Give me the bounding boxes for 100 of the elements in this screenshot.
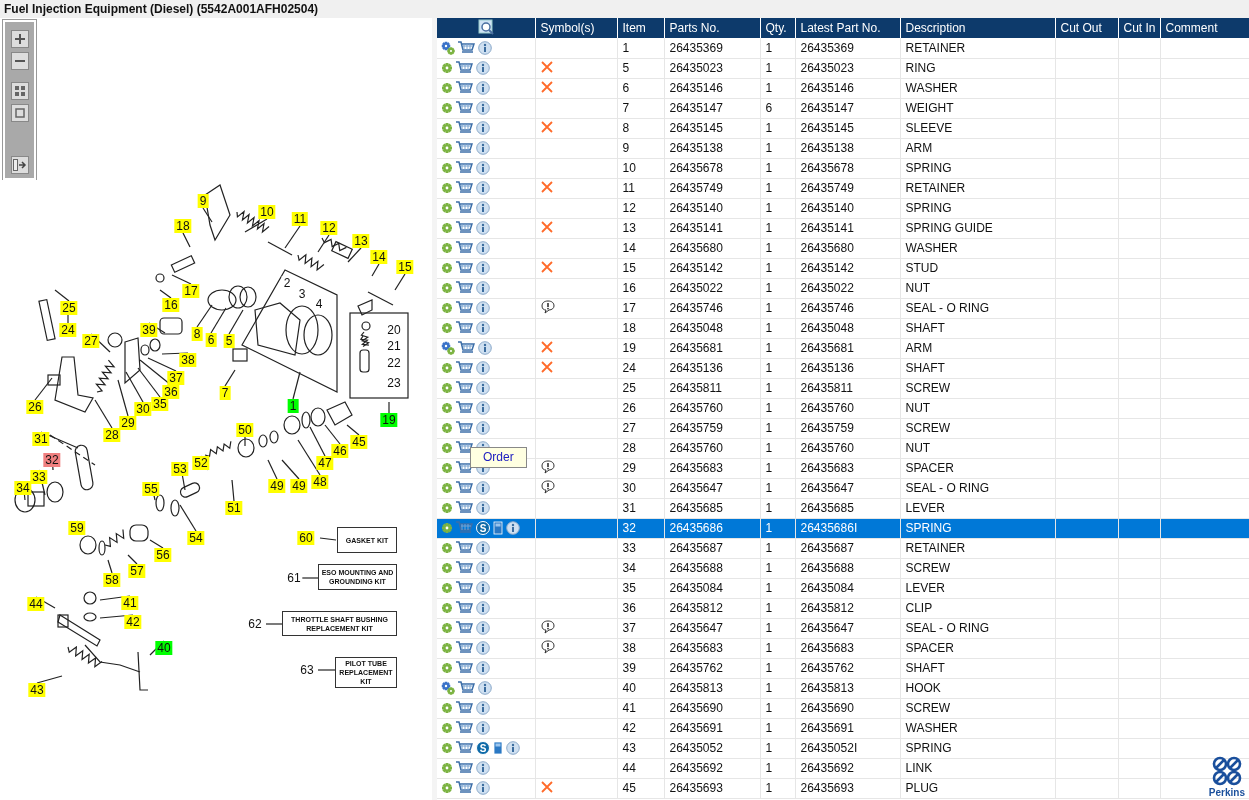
panel-toggle-button[interactable] bbox=[10, 156, 29, 174]
callout-number[interactable]: 45 bbox=[350, 435, 368, 449]
column-header[interactable]: Cut In bbox=[1118, 18, 1160, 38]
callout-number[interactable]: 37 bbox=[167, 371, 185, 385]
callout-number[interactable]: 59 bbox=[68, 521, 86, 535]
info-icon[interactable] bbox=[476, 101, 490, 115]
parts-row[interactable]: 18 26435048 1 26435048 SHAFT bbox=[437, 318, 1249, 338]
info-icon[interactable] bbox=[476, 201, 490, 215]
info-icon[interactable] bbox=[476, 701, 490, 715]
callout-number[interactable]: 52 bbox=[192, 456, 210, 470]
callout-number[interactable]: 25 bbox=[60, 301, 78, 315]
parts-row[interactable]: 13 26435141 1 26435141 SPRING GUIDE bbox=[437, 218, 1249, 238]
gears-icon[interactable] bbox=[441, 681, 455, 695]
callout-number[interactable]: 56 bbox=[154, 548, 172, 562]
cart-icon[interactable] bbox=[456, 481, 473, 495]
callout-number[interactable]: 1 bbox=[287, 399, 299, 413]
callout-number[interactable]: 29 bbox=[119, 416, 137, 430]
callout-number[interactable]: 27 bbox=[82, 334, 100, 348]
parts-row[interactable]: S 43 26435052 1 26435052I SPRING bbox=[437, 738, 1249, 758]
info-icon[interactable] bbox=[476, 381, 490, 395]
info-icon[interactable] bbox=[476, 581, 490, 595]
supersession-badge[interactable]: S bbox=[476, 741, 490, 755]
parts-row[interactable]: 24 26435136 1 26435136 SHAFT bbox=[437, 358, 1249, 378]
parts-row[interactable]: 37 26435647 1 26435647 SEAL - O RING bbox=[437, 618, 1249, 638]
info-icon[interactable] bbox=[476, 241, 490, 255]
callout-number[interactable]: 41 bbox=[121, 596, 139, 610]
info-icon[interactable] bbox=[476, 641, 490, 655]
gears-icon[interactable] bbox=[441, 40, 455, 55]
callout-number[interactable]: 47 bbox=[316, 456, 334, 470]
callout-number[interactable]: 36 bbox=[162, 385, 180, 399]
cart-icon[interactable] bbox=[456, 181, 473, 195]
parts-row[interactable]: 41 26435690 1 26435690 SCREW bbox=[437, 698, 1249, 718]
cart-icon[interactable] bbox=[456, 241, 473, 255]
callout-number[interactable]: 58 bbox=[103, 573, 121, 587]
cart-icon[interactable] bbox=[456, 161, 473, 175]
info-icon[interactable] bbox=[478, 40, 492, 55]
cart-icon[interactable] bbox=[456, 201, 473, 215]
cart-icon[interactable] bbox=[456, 661, 473, 675]
info-icon[interactable] bbox=[476, 301, 490, 315]
cart-icon[interactable] bbox=[456, 141, 473, 155]
info-icon[interactable] bbox=[476, 281, 490, 295]
column-header[interactable] bbox=[437, 18, 535, 38]
cart-icon[interactable] bbox=[456, 321, 473, 335]
callout-number[interactable]: 19 bbox=[380, 413, 398, 427]
info-icon[interactable] bbox=[478, 341, 492, 355]
zoom-in-button[interactable] bbox=[10, 30, 29, 48]
callout-number[interactable]: 15 bbox=[396, 260, 414, 274]
cart-icon[interactable] bbox=[456, 81, 473, 95]
parts-row[interactable]: 38 26435683 1 26435683 SPACER bbox=[437, 638, 1249, 658]
info-icon[interactable] bbox=[476, 621, 490, 635]
parts-row[interactable]: 8 26435145 1 26435145 SLEEVE bbox=[437, 118, 1249, 138]
zoom-out-button[interactable] bbox=[10, 52, 29, 70]
cart-icon[interactable] bbox=[456, 501, 473, 515]
callout-number[interactable]: 7 bbox=[219, 386, 231, 400]
info-icon[interactable] bbox=[476, 401, 490, 415]
parts-row[interactable]: 5 26435023 1 26435023 RING bbox=[437, 58, 1249, 78]
callout-number[interactable]: 43 bbox=[28, 683, 46, 697]
callout-number[interactable]: 35 bbox=[151, 397, 169, 411]
callout-number[interactable]: 6 bbox=[205, 333, 217, 347]
cart-icon[interactable] bbox=[456, 561, 473, 575]
parts-row[interactable]: 39 26435762 1 26435762 SHAFT bbox=[437, 658, 1249, 678]
cart-icon[interactable] bbox=[456, 741, 473, 755]
info-icon[interactable] bbox=[476, 481, 490, 495]
callout-number[interactable]: 50 bbox=[236, 423, 254, 437]
column-header[interactable]: Qty. bbox=[760, 18, 795, 38]
parts-row[interactable]: 35 26435084 1 26435084 LEVER bbox=[437, 578, 1249, 598]
parts-row[interactable]: 6 26435146 1 26435146 WASHER bbox=[437, 78, 1249, 98]
callout-number[interactable]: 11 bbox=[291, 212, 309, 226]
book-icon[interactable] bbox=[493, 521, 503, 535]
parts-row[interactable]: 12 26435140 1 26435140 SPRING bbox=[437, 198, 1249, 218]
info-icon[interactable] bbox=[476, 361, 490, 375]
cart-icon[interactable] bbox=[458, 341, 475, 355]
cart-icon[interactable] bbox=[456, 61, 473, 75]
parts-row[interactable]: 30 26435647 1 26435647 SEAL - O RING bbox=[437, 478, 1249, 498]
cart-icon[interactable] bbox=[456, 421, 473, 435]
parts-row[interactable]: 17 26435746 1 26435746 SEAL - O RING bbox=[437, 298, 1249, 318]
callout-number[interactable]: 54 bbox=[187, 531, 205, 545]
parts-row[interactable]: 31 26435685 1 26435685 LEVER bbox=[437, 498, 1249, 518]
parts-row[interactable]: 1 26435369 1 26435369 RETAINER bbox=[437, 38, 1249, 58]
callout-number[interactable]: 39 bbox=[140, 323, 158, 337]
parts-row[interactable]: 42 26435691 1 26435691 WASHER bbox=[437, 718, 1249, 738]
info-icon[interactable] bbox=[476, 421, 490, 435]
actual-size-button[interactable] bbox=[10, 104, 29, 122]
parts-row[interactable]: 36 26435812 1 26435812 CLIP bbox=[437, 598, 1249, 618]
cart-icon[interactable] bbox=[456, 301, 473, 315]
parts-row[interactable]: 7 26435147 6 26435147 WEIGHT bbox=[437, 98, 1249, 118]
cart-icon[interactable] bbox=[456, 721, 473, 735]
parts-row[interactable]: 19 26435681 1 26435681 ARM bbox=[437, 338, 1249, 358]
parts-row[interactable]: 27 26435759 1 26435759 SCREW bbox=[437, 418, 1249, 438]
column-header[interactable]: Cut Out bbox=[1055, 18, 1118, 38]
parts-row[interactable]: 26 26435760 1 26435760 NUT bbox=[437, 398, 1249, 418]
parts-row[interactable]: 25 26435811 1 26435811 SCREW bbox=[437, 378, 1249, 398]
callout-number[interactable]: 48 bbox=[311, 475, 329, 489]
cart-icon[interactable] bbox=[456, 541, 473, 555]
gear-icon[interactable] bbox=[441, 522, 453, 534]
parts-row[interactable]: 10 26435678 1 26435678 SPRING bbox=[437, 158, 1249, 178]
cart-icon[interactable] bbox=[456, 781, 473, 795]
parts-row[interactable]: 14 26435680 1 26435680 WASHER bbox=[437, 238, 1249, 258]
cart-icon[interactable] bbox=[456, 221, 473, 235]
parts-row[interactable]: 11 26435749 1 26435749 RETAINER bbox=[437, 178, 1249, 198]
